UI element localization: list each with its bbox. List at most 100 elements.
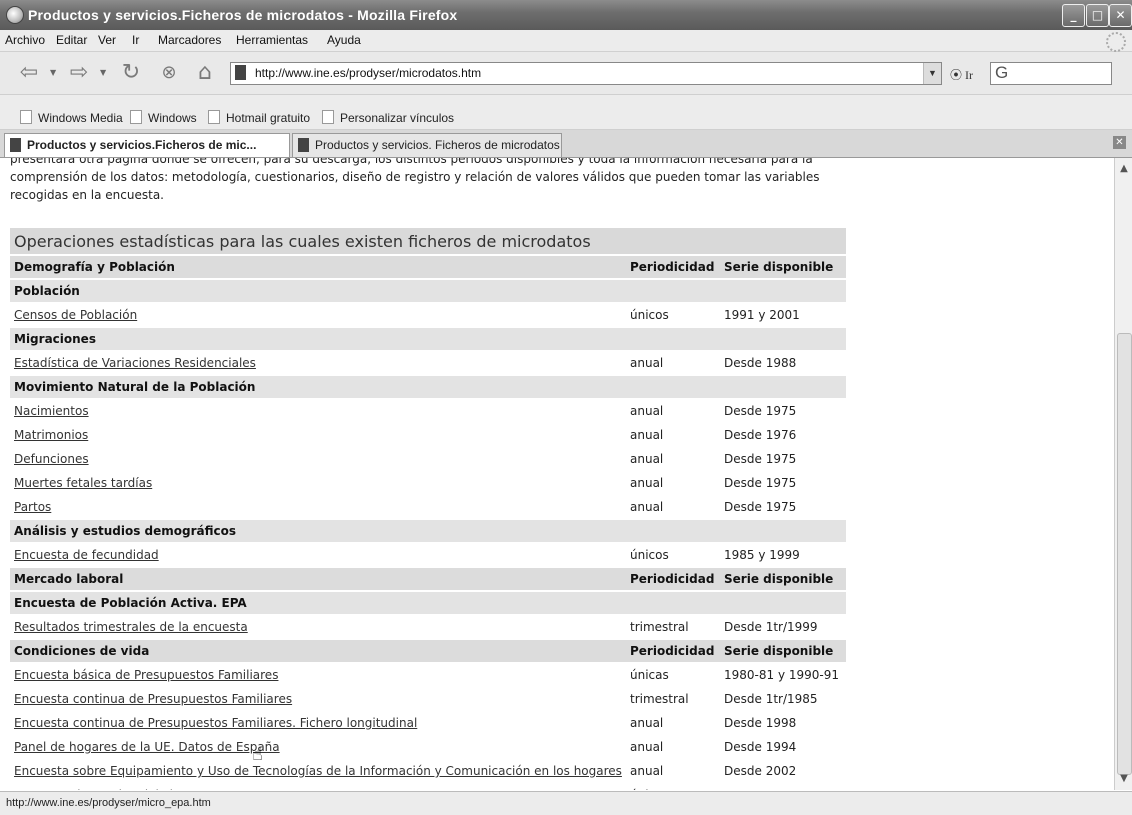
table-row: Partos anual Desde 1975 — [10, 496, 846, 518]
operation-link[interactable]: Encuesta básica de Presupuestos Familiar… — [14, 668, 278, 682]
periodicity-cell: anual — [630, 716, 664, 730]
table-row: Resultados trimestrales de la encuesta tr… — [10, 616, 846, 638]
series-cell — [720, 280, 846, 302]
window-titlebar: Productos y servicios.Ficheros de microd… — [0, 0, 1132, 30]
menu-archivo[interactable]: Archivo — [5, 33, 45, 47]
microdata-table: Operaciones estadísticas para las cuales… — [10, 226, 846, 790]
forward-arrow-icon[interactable]: ⇨ — [66, 60, 92, 86]
operation-link[interactable]: Censos de Población — [14, 308, 137, 322]
tab-active[interactable]: Productos y servicios.Ficheros de mic... — [4, 133, 290, 157]
back-history-icon[interactable]: ▼ — [50, 68, 56, 77]
periodicity-cell — [626, 592, 720, 614]
operation-cell: Encuesta de Población Activa. EPA — [10, 592, 626, 614]
search-box[interactable]: G — [990, 62, 1112, 85]
reload-icon[interactable]: ↻ — [118, 60, 144, 86]
address-url[interactable]: http://www.ine.es/prodyser/microdatos.ht… — [255, 66, 481, 80]
series-cell: 1985 y 1999 — [724, 548, 800, 562]
operation-link[interactable]: Encuesta sobre Equipamiento y Uso de Tec… — [14, 764, 622, 778]
operation-link[interactable]: Estadística de Variaciones Residenciales — [14, 356, 256, 370]
tab-inactive[interactable]: Productos y servicios. Ficheros de micro… — [292, 133, 562, 157]
bookmark-hotmail[interactable]: Hotmail gratuito — [208, 110, 310, 125]
periodicity-cell: Periodicidad — [626, 568, 720, 590]
periodicity-cell: anual — [630, 764, 664, 778]
series-cell — [720, 520, 846, 542]
section-header-row: Condiciones de vida Periodicidad Serie dis… — [10, 640, 846, 662]
series-cell: Desde 1tr/1985 — [724, 692, 818, 706]
bookmark-windows[interactable]: Windows — [130, 110, 197, 125]
bookmark-label: Windows Media — [38, 111, 123, 125]
operation-cell: Análisis y estudios demográficos — [10, 520, 626, 542]
table-row: Matrimonios anual Desde 1976 — [10, 424, 846, 446]
close-tab-icon[interactable]: ✕ — [1113, 136, 1126, 149]
periodicity-cell: trimestral — [630, 620, 689, 634]
periodicity-cell: trimestral — [630, 692, 689, 706]
menu-marcadores[interactable]: Marcadores — [158, 33, 221, 47]
operation-cell: Población — [10, 280, 626, 302]
bookmark-label: Windows — [148, 111, 197, 125]
vertical-scrollbar[interactable]: ▲ ▼ — [1114, 158, 1132, 790]
series-cell: Desde 1994 — [724, 740, 797, 754]
table-row: Nacimientos anual Desde 1975 — [10, 400, 846, 422]
operation-cell: Defunciones — [10, 448, 626, 470]
operation-cell: Muertes fetales tardías — [10, 472, 626, 494]
operation-link[interactable]: Panel de hogares de la UE. Datos de Espa… — [14, 740, 280, 754]
menu-herramientas[interactable]: Herramientas — [236, 33, 308, 47]
forward-history-icon[interactable]: ▼ — [100, 68, 106, 77]
operation-link[interactable]: Nacimientos — [14, 404, 89, 418]
menu-ir[interactable]: Ir — [132, 33, 139, 47]
menu-ver[interactable]: Ver — [98, 33, 116, 47]
series-cell: Desde 1975 — [724, 452, 797, 466]
operation-link[interactable]: Partos — [14, 500, 51, 514]
operation-cell: Condiciones de vida — [10, 640, 626, 662]
section-header-row: Mercado laboral Periodicidad Serie disponi… — [10, 568, 846, 590]
page-favicon-icon — [235, 65, 246, 80]
maximize-button[interactable]: □ — [1086, 4, 1109, 27]
operation-link[interactable]: Encuesta de Empleo del Tiempo — [14, 788, 207, 790]
back-arrow-icon[interactable]: ⇦ — [16, 60, 42, 86]
table-row: Encuesta de Empleo del Tiempo única2002-2… — [10, 784, 846, 790]
operation-cell: Migraciones — [10, 328, 626, 350]
stop-icon[interactable]: ⊗ — [156, 60, 182, 86]
table-row: Encuesta básica de Presupuestos Familiar… — [10, 664, 846, 686]
menu-editar[interactable]: Editar — [56, 33, 87, 47]
periodicity-cell: anual — [630, 404, 664, 418]
bookmark-windows-media[interactable]: Windows Media — [20, 110, 123, 125]
periodicity-cell: anual — [630, 452, 664, 466]
operation-cell: Panel de hogares de la UE. Datos de Espa… — [10, 736, 626, 758]
operation-link[interactable]: Defunciones — [14, 452, 89, 466]
bookmark-label: Personalizar vínculos — [340, 111, 455, 125]
table-row: Encuesta de fecundidad únicos 1985 y 1999 — [10, 544, 846, 566]
address-bar[interactable]: http://www.ine.es/prodyser/microdatos.ht… — [230, 62, 942, 85]
go-button[interactable]: ⦿ Ir — [950, 66, 973, 83]
operation-link[interactable]: Matrimonios — [14, 428, 88, 442]
menu-ayuda[interactable]: Ayuda — [327, 33, 361, 47]
periodicity-cell — [626, 520, 720, 542]
series-cell: Desde 2002 — [724, 764, 797, 778]
periodicity-cell: anual — [630, 740, 664, 754]
home-icon[interactable]: ⌂ — [192, 60, 218, 86]
operation-link[interactable]: Encuesta de fecundidad — [14, 548, 159, 562]
operation-cell: Matrimonios — [10, 424, 626, 446]
series-cell: Serie disponible — [720, 256, 846, 278]
operation-cell: Resultados trimestrales de la encuesta — [10, 616, 626, 638]
table-row: Encuesta continua de Presupuestos Famili… — [10, 712, 846, 734]
page-favicon-icon — [10, 138, 21, 152]
scroll-thumb[interactable] — [1117, 333, 1132, 775]
subsection-row: Análisis y estudios demográficos — [10, 520, 846, 542]
series-cell: 2002-2003 — [720, 784, 846, 790]
close-window-button[interactable]: ✕ — [1109, 4, 1132, 27]
scroll-down-icon[interactable]: ▼ — [1116, 771, 1132, 787]
scroll-up-icon[interactable]: ▲ — [1116, 161, 1132, 177]
bookmark-personalizar[interactable]: Personalizar vínculos — [322, 110, 454, 125]
minimize-button[interactable]: _ — [1062, 4, 1085, 27]
address-dropdown-icon[interactable]: ▼ — [923, 63, 941, 84]
operation-link[interactable]: Muertes fetales tardías — [14, 476, 152, 490]
operation-cell: Partos — [10, 496, 626, 518]
operation-link[interactable]: Encuesta continua de Presupuestos Famili… — [14, 692, 292, 706]
operation-link[interactable]: Resultados trimestrales de la encuesta — [14, 620, 248, 634]
operation-link[interactable]: Encuesta continua de Presupuestos Famili… — [14, 716, 417, 730]
operation-cell: Encuesta básica de Presupuestos Familiar… — [10, 664, 626, 686]
operation-cell: Nacimientos — [10, 400, 626, 422]
operation-cell: Demografía y Población — [10, 256, 626, 278]
series-cell: Serie disponible — [720, 640, 846, 662]
